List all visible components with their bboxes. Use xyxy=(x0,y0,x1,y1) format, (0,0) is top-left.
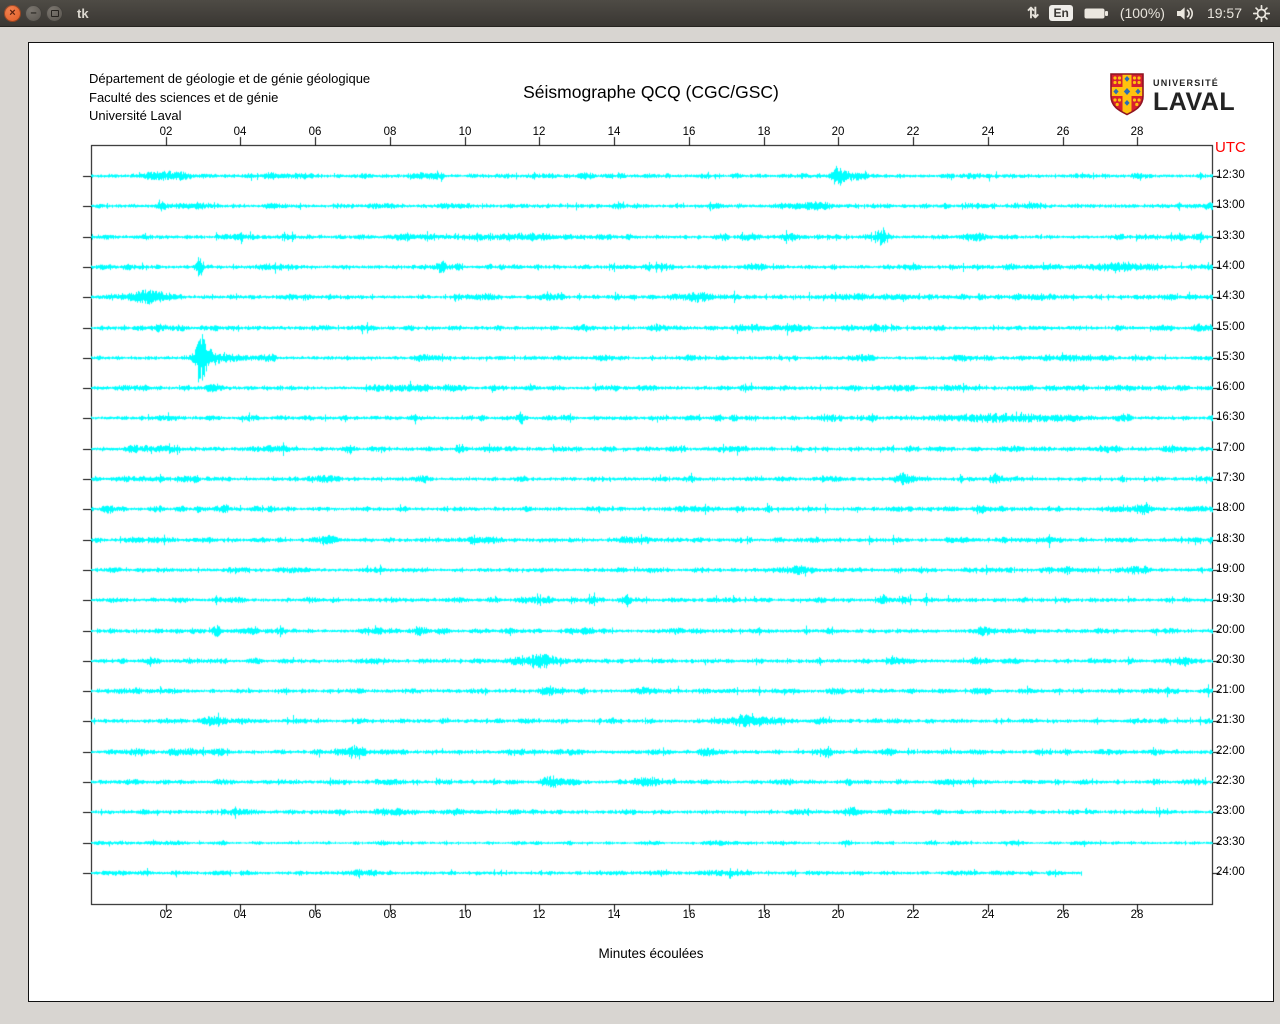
utc-time-label: 22:30 xyxy=(1216,774,1245,787)
x-tick-label: 04 xyxy=(233,909,247,921)
maximize-button[interactable] xyxy=(46,4,63,22)
utc-time-label: 20:30 xyxy=(1216,653,1245,666)
utc-time-label: 17:00 xyxy=(1216,441,1245,454)
x-tick-label: 06 xyxy=(308,909,322,921)
x-tick-label: 26 xyxy=(1056,909,1070,921)
x-tick-label: 02 xyxy=(159,909,173,921)
utc-time-label: 13:00 xyxy=(1216,198,1245,211)
x-tick-label: 16 xyxy=(682,126,696,138)
utc-time-labels: 12:30 13:00 13:30 14:00 14:30 15:00 15:30 16:00… xyxy=(1216,43,1276,1001)
clock[interactable]: 19:57 xyxy=(1207,5,1242,21)
x-tick-label: 08 xyxy=(383,126,397,138)
x-tick-label: 28 xyxy=(1130,909,1144,921)
utc-time-label: 24:00 xyxy=(1216,865,1245,878)
x-tick-label: 20 xyxy=(831,126,845,138)
x-tick-label: 22 xyxy=(906,126,920,138)
x-axis-title: Minutes écoulées xyxy=(598,946,704,961)
x-tick-label: 16 xyxy=(682,909,696,921)
x-tick-label: 10 xyxy=(458,909,472,921)
seismogram-plot xyxy=(29,43,1273,1001)
x-tick-label: 10 xyxy=(458,126,472,138)
titlebar: × – tk ⇅ En (100%) 19:57 xyxy=(0,0,1280,27)
x-tick-label: 24 xyxy=(981,126,995,138)
window-title: tk xyxy=(77,5,89,21)
utc-time-label: 19:00 xyxy=(1216,562,1245,575)
close-button[interactable]: × xyxy=(4,4,21,22)
utc-time-label: 13:30 xyxy=(1216,229,1245,242)
volume-icon[interactable] xyxy=(1176,6,1196,21)
keyboard-layout-indicator[interactable]: En xyxy=(1049,5,1073,21)
utc-time-label: 12:30 xyxy=(1216,168,1245,181)
x-tick-label: 14 xyxy=(607,909,621,921)
utc-time-label: 16:00 xyxy=(1216,380,1245,393)
x-tick-label: 20 xyxy=(831,909,845,921)
x-tick-label: 12 xyxy=(532,126,546,138)
x-tick-label: 12 xyxy=(532,909,546,921)
x-tick-label: 26 xyxy=(1056,126,1070,138)
x-tick-label: 14 xyxy=(607,126,621,138)
utc-time-label: 14:00 xyxy=(1216,259,1245,272)
utc-time-label: 14:30 xyxy=(1216,289,1245,302)
seismograph-window: Département de géologie et de génie géol… xyxy=(28,42,1274,1002)
utc-time-label: 21:30 xyxy=(1216,713,1245,726)
utc-time-label: 15:00 xyxy=(1216,320,1245,333)
system-tray: ⇅ En (100%) 19:57 xyxy=(1027,4,1280,22)
network-updown-arrows-icon[interactable]: ⇅ xyxy=(1027,4,1040,22)
utc-time-label: 15:30 xyxy=(1216,350,1245,363)
utc-time-label: 21:00 xyxy=(1216,683,1245,696)
x-tick-label: 04 xyxy=(233,126,247,138)
x-tick-label: 18 xyxy=(757,126,771,138)
utc-time-label: 20:00 xyxy=(1216,623,1245,636)
x-tick-label: 24 xyxy=(981,909,995,921)
utc-time-label: 18:00 xyxy=(1216,501,1245,514)
x-tick-label: 18 xyxy=(757,909,771,921)
utc-time-label: 16:30 xyxy=(1216,410,1245,423)
x-tick-label: 22 xyxy=(906,909,920,921)
x-tick-label: 02 xyxy=(159,126,173,138)
utc-time-label: 18:30 xyxy=(1216,532,1245,545)
utc-time-label: 23:00 xyxy=(1216,804,1245,817)
battery-percentage[interactable]: (100%) xyxy=(1120,5,1165,21)
minimize-button[interactable]: – xyxy=(25,4,42,22)
session-gear-icon[interactable] xyxy=(1253,4,1270,22)
x-tick-label: 28 xyxy=(1130,126,1144,138)
utc-time-label: 22:00 xyxy=(1216,744,1245,757)
x-tick-label: 08 xyxy=(383,909,397,921)
utc-time-label: 17:30 xyxy=(1216,471,1245,484)
battery-icon[interactable] xyxy=(1084,7,1109,20)
utc-time-label: 23:30 xyxy=(1216,835,1245,848)
window-controls: × – xyxy=(0,4,63,22)
utc-time-label: 19:30 xyxy=(1216,592,1245,605)
x-tick-label: 06 xyxy=(308,126,322,138)
